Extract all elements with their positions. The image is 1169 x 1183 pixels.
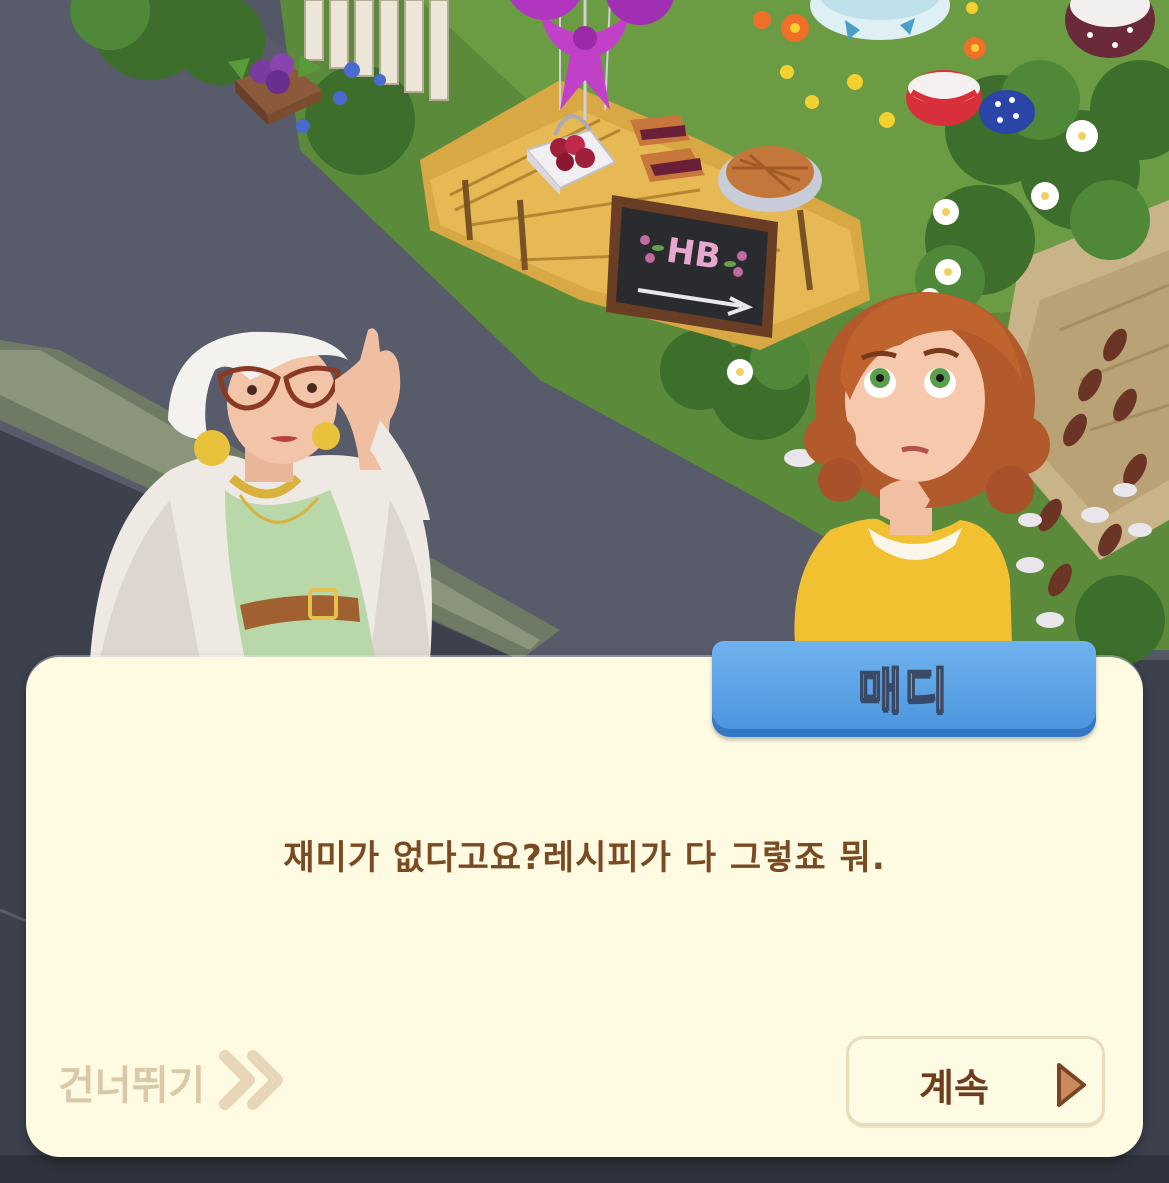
skip-button[interactable]: 건너뛰기 [58, 1050, 285, 1114]
continue-label: 계속 [919, 1066, 989, 1110]
skip-label: 건너뛰기 [58, 1063, 206, 1109]
play-triangle-icon [1054, 1061, 1088, 1113]
sign-hb-text: HB [664, 231, 723, 278]
continue-button[interactable]: 계속 [846, 1036, 1105, 1126]
dialog-text: 재미가 없다고요?레시피가 다 그렇죠 뭐. [283, 838, 886, 878]
double-chevron-right-icon [219, 1050, 285, 1114]
speaker-name-tag: 매디 [712, 641, 1096, 737]
speaker-name: 매디 [857, 662, 951, 720]
